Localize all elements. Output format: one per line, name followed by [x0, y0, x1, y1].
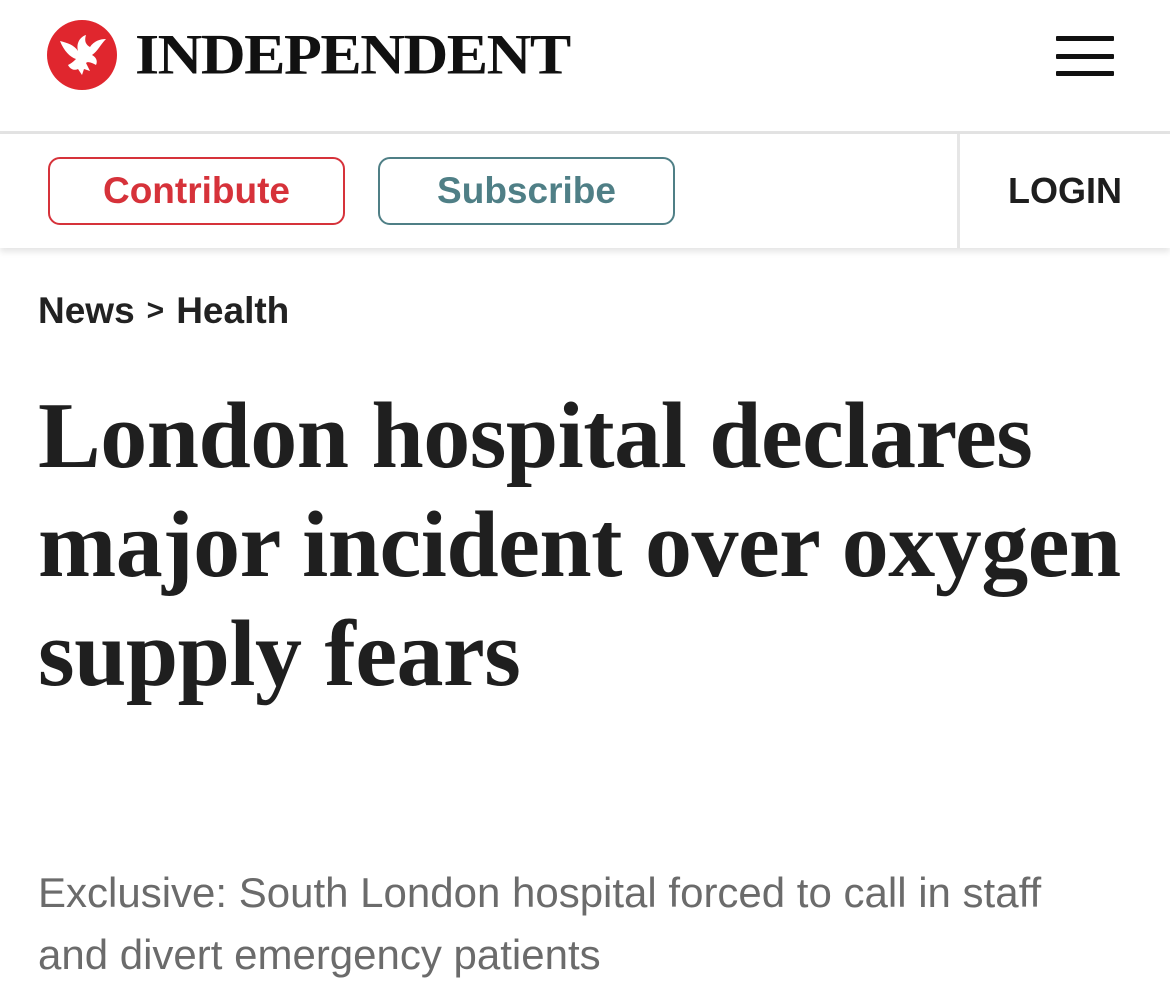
menu-bar: [1056, 71, 1114, 76]
logo[interactable]: INDEPENDENT: [47, 20, 571, 90]
menu-bar: [1056, 36, 1114, 41]
eagle-icon: [47, 20, 117, 90]
brand-wordmark: INDEPENDENT: [135, 23, 571, 87]
contribute-button[interactable]: Contribute: [48, 157, 345, 225]
login-link[interactable]: LOGIN: [960, 134, 1170, 248]
menu-bar: [1056, 53, 1114, 59]
subscribe-button[interactable]: Subscribe: [378, 157, 675, 225]
hamburger-menu-icon[interactable]: [1056, 36, 1114, 76]
breadcrumb-health[interactable]: Health: [176, 290, 289, 332]
article-standfirst: Exclusive: South London hospital forced …: [38, 869, 1042, 978]
site-header: INDEPENDENT: [0, 0, 1170, 132]
breadcrumb: News > Health: [38, 290, 289, 332]
breadcrumb-news[interactable]: News: [38, 290, 135, 332]
breadcrumb-separator: >: [146, 294, 165, 327]
article-headline: London hospital declares major incident …: [38, 384, 1121, 706]
action-bar: Contribute Subscribe LOGIN: [0, 134, 1170, 248]
